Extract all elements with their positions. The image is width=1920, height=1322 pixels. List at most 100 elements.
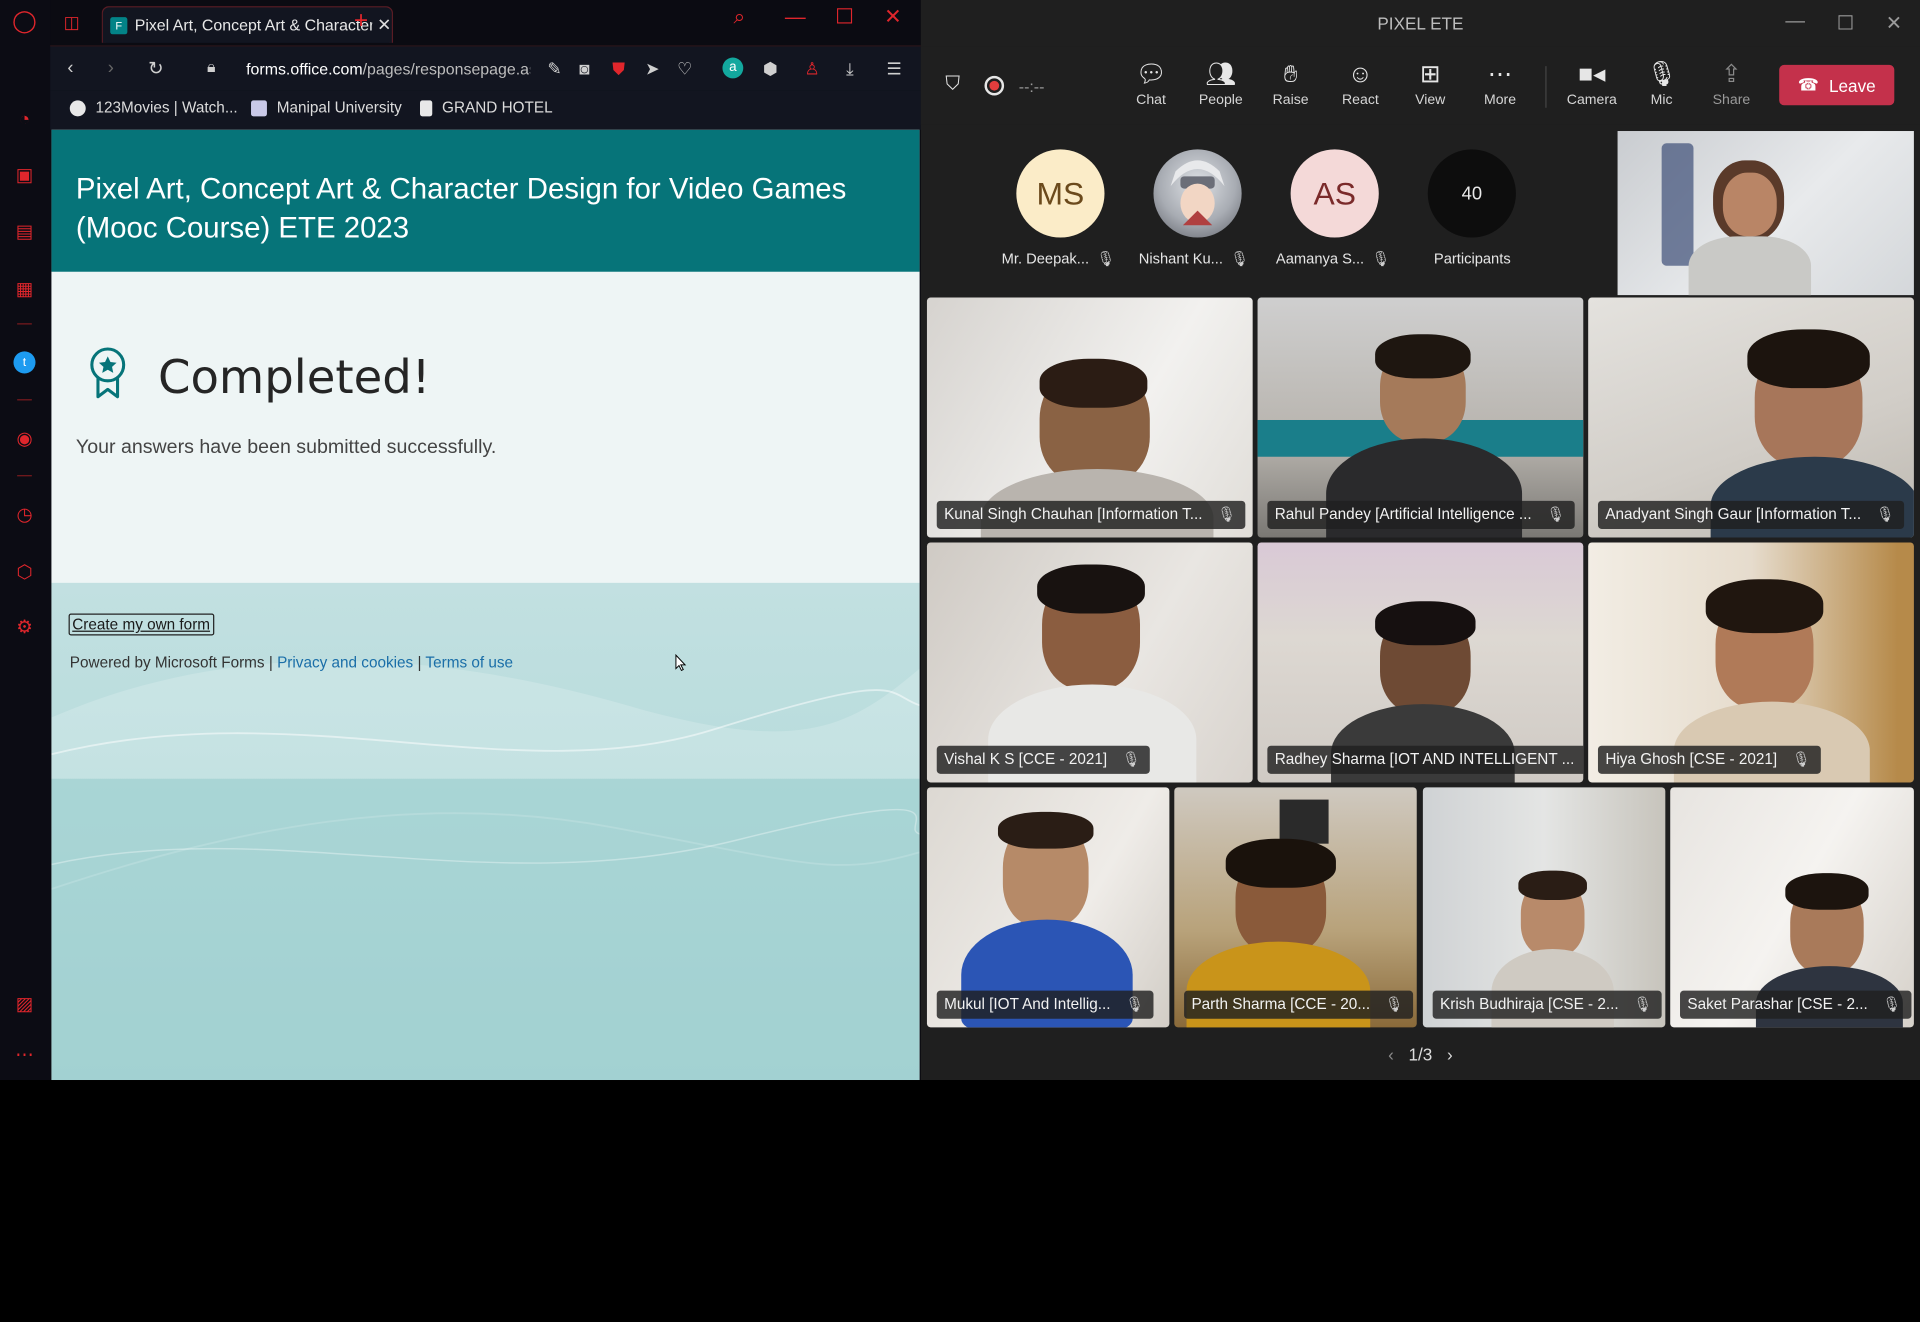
cube-extension-icon[interactable]: ⬢ xyxy=(763,59,778,80)
participant-name: Nishant Ku... 🎙︎ xyxy=(1139,250,1249,267)
easy-setup-icon[interactable]: ☰ xyxy=(887,59,902,80)
gallery-icon[interactable]: ▨ xyxy=(13,993,35,1015)
player-icon[interactable]: ◉ xyxy=(13,427,35,450)
video-tile[interactable]: Vishal K S [CCE - 2021] 🎙︎ xyxy=(926,542,1253,783)
video-tile[interactable]: Anadyant Singh Gaur [Information T... 🎙︎ xyxy=(1588,297,1914,538)
self-video-preview xyxy=(1617,131,1914,296)
extensions-icon[interactable]: ⬡ xyxy=(13,561,35,583)
participant-name-tag: Radhey Sharma [IOT AND INTELLIGENT ...🎙︎ xyxy=(1267,745,1584,774)
teams-minimize-icon[interactable]: — xyxy=(1785,11,1805,33)
teams-close-icon[interactable]: ✕ xyxy=(1886,11,1902,35)
bookmark-grand-hotel[interactable]: GRAND HOTEL xyxy=(420,99,553,116)
teams-maximize-icon[interactable]: ☐ xyxy=(1837,11,1855,35)
gamepad-icon[interactable]: ◫ xyxy=(64,12,80,33)
video-tile[interactable]: Hiya Ghosh [CSE - 2021] 🎙︎ xyxy=(1588,542,1914,783)
share-button[interactable]: ⇪ Share xyxy=(1701,59,1762,108)
participant-name-tag: Rahul Pandey [Artificial Intelligence ..… xyxy=(1267,500,1575,529)
forward-icon[interactable]: › xyxy=(108,58,114,79)
sidebar-divider xyxy=(17,475,32,477)
download-icon[interactable]: ⤓ xyxy=(846,59,854,80)
more-dots-icon[interactable]: ⋯ xyxy=(13,1043,35,1065)
participant-label: Radhey Sharma [IOT AND INTELLIGENT ... xyxy=(1274,750,1575,768)
history-icon[interactable]: ◷ xyxy=(13,503,35,525)
send-icon[interactable]: ➤ xyxy=(645,59,659,80)
chat-button[interactable]: 💬︎ Chat xyxy=(1120,59,1181,108)
address-bar: ‹ › ↻ 🔒︎ forms.office.com/pages/response… xyxy=(50,45,921,91)
heart-icon[interactable]: ♡ xyxy=(677,59,692,80)
react-button[interactable]: ☺ React xyxy=(1330,59,1391,108)
video-tile[interactable]: Rahul Pandey [Artificial Intelligence ..… xyxy=(1257,297,1584,538)
participant-name-tag: Hiya Ghosh [CSE - 2021] 🎙︎ xyxy=(1597,745,1821,774)
opera-logo-icon[interactable]: ◯ xyxy=(12,8,37,32)
back-icon[interactable]: ‹ xyxy=(67,58,73,79)
people-label: People xyxy=(1198,93,1243,108)
participant-count[interactable]: 40 xyxy=(1427,149,1516,238)
reload-icon[interactable]: ↻ xyxy=(148,58,163,80)
close-window-icon[interactable]: ✕ xyxy=(884,5,901,29)
participant-name-tag: Krish Budhiraja [CSE - 2... 🎙︎ xyxy=(1432,990,1662,1019)
bookmark-page-icon xyxy=(420,99,433,116)
participants-strip: MS Mr. Deepak... 🎙︎ Nishant Ku... 🎙︎ AS Aa… xyxy=(921,125,1920,296)
new-tab-plus-icon[interactable]: + xyxy=(354,7,368,35)
profile-icon[interactable]: ♙ xyxy=(804,59,819,80)
prev-page-icon[interactable]: ‹ xyxy=(1388,1044,1394,1064)
browser-sidebar: ◯ ◔ ▣ ▤ ▦ t ◉ ◷ ⬡ ⚙ ▨ ⋯ xyxy=(0,0,51,1081)
video-tile[interactable]: Mukul [IOT And Intellig... 🎙︎ xyxy=(926,787,1170,1028)
share-label: Share xyxy=(1712,93,1751,108)
video-tile[interactable]: Krish Budhiraja [CSE - 2... 🎙︎ xyxy=(1422,787,1666,1028)
tab-forms[interactable]: F Pixel Art, Concept Art & Character Des… xyxy=(101,6,394,43)
participant-label: Vishal K S [CCE - 2021] xyxy=(944,750,1108,768)
participant-label: Rahul Pandey [Artificial Intelligence ..… xyxy=(1274,505,1532,523)
powered-by-text: Powered by Microsoft Forms | xyxy=(69,653,273,672)
snapshot-camera-icon[interactable]: ◙ xyxy=(579,59,589,79)
speed-dial-icon[interactable]: ◔ xyxy=(13,108,35,130)
leave-button[interactable]: ☎ Leave xyxy=(1779,64,1895,106)
people-button[interactable]: 👥︎ People xyxy=(1190,59,1251,108)
camera-button[interactable]: ■◂ Camera xyxy=(1561,59,1622,108)
create-my-own-form-link[interactable]: Create my own form xyxy=(68,613,214,636)
participant-label: Krish Budhiraja [CSE - 2... xyxy=(1440,995,1619,1013)
url-field[interactable]: forms.office.com/pages/responsepage.aspx xyxy=(246,60,530,78)
twitter-icon[interactable]: t xyxy=(13,351,36,374)
minimize-icon[interactable]: — xyxy=(785,5,806,29)
mic-button[interactable]: 🎙︎ Mic xyxy=(1631,59,1692,108)
more-button[interactable]: ⋯ More xyxy=(1469,59,1530,108)
mic-off-icon: 🎙︎ xyxy=(1125,995,1144,1013)
grammarly-icon[interactable]: a xyxy=(722,57,744,79)
privacy-cookies-link[interactable]: Privacy and cookies xyxy=(277,654,413,671)
next-page-icon[interactable]: › xyxy=(1447,1044,1453,1064)
shop-icon[interactable]: ▣ xyxy=(13,164,35,186)
terms-of-use-link[interactable]: Terms of use xyxy=(425,654,513,671)
video-tile[interactable]: Saket Parashar [CSE - 2... 🎙︎ xyxy=(1670,787,1914,1028)
adblock-shield-icon[interactable]: ⛊ xyxy=(612,59,625,80)
video-tile[interactable]: Radhey Sharma [IOT AND INTELLIGENT ...🎙︎ xyxy=(1257,542,1584,783)
meeting-title: PIXEL ETE xyxy=(1377,13,1464,34)
avatar[interactable]: AS xyxy=(1290,149,1379,238)
search-icon[interactable]: ⌕ xyxy=(733,5,745,29)
twitch-icon[interactable]: ▤ xyxy=(13,220,35,243)
completed-card: Completed! Your answers have been submit… xyxy=(51,271,920,583)
avatar[interactable]: MS xyxy=(1016,149,1105,238)
gx-corner-icon[interactable]: ▦ xyxy=(13,278,35,300)
settings-gear-icon[interactable]: ⚙ xyxy=(13,616,35,638)
toolbar-divider xyxy=(1545,66,1547,108)
bookmark-manipal[interactable]: Manipal University xyxy=(251,99,402,116)
chat-label: Chat xyxy=(1136,93,1166,108)
security-shield-icon[interactable]: ⛉ xyxy=(945,73,960,95)
forms-favicon-icon: F xyxy=(110,16,128,34)
tab-close-icon[interactable]: ✕ xyxy=(377,15,391,36)
video-tile[interactable]: Kunal Singh Chauhan [Information T... 🎙︎ xyxy=(926,297,1253,538)
participant-label: Parth Sharma [CCE - 20... xyxy=(1191,995,1371,1013)
avatar[interactable] xyxy=(1153,149,1242,238)
tab-bar: ◫ F Pixel Art, Concept Art & Character D… xyxy=(50,0,921,46)
view-button[interactable]: ⊞ View xyxy=(1400,59,1461,108)
maximize-icon[interactable]: ☐ xyxy=(835,5,854,29)
bookmark-123movies[interactable]: 123Movies | Watch... xyxy=(69,99,238,116)
video-tile[interactable]: Parth Sharma [CCE - 20... 🎙︎ xyxy=(1174,787,1417,1028)
participant-name-tag: Parth Sharma [CCE - 20... 🎙︎ xyxy=(1184,990,1414,1019)
participant-label: Kunal Singh Chauhan [Information T... xyxy=(944,505,1203,523)
edit-icon[interactable]: ✎ xyxy=(547,59,561,80)
participant-name-tag: Saket Parashar [CSE - 2... 🎙︎ xyxy=(1680,990,1911,1019)
raise-hand-button[interactable]: ✋︎ Raise xyxy=(1260,59,1321,108)
participant-name-tag: Mukul [IOT And Intellig... 🎙︎ xyxy=(936,990,1154,1019)
